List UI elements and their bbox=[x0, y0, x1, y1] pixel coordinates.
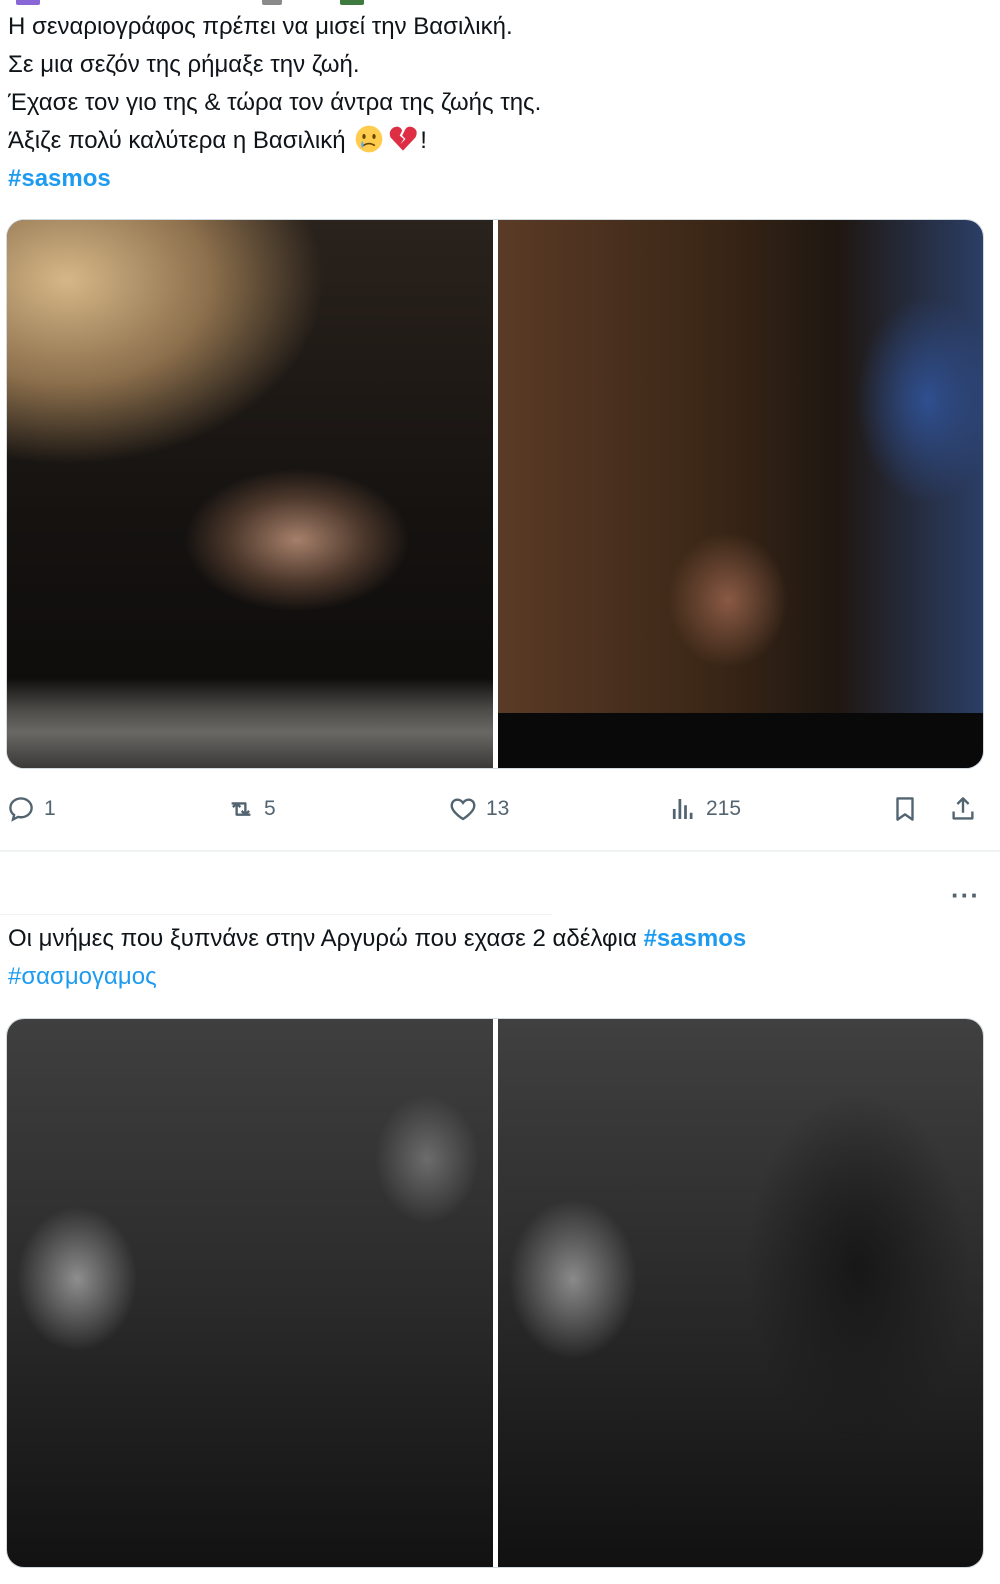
crying-face-emoji bbox=[355, 125, 383, 153]
like-button[interactable]: 13 bbox=[448, 794, 509, 824]
bookmark-icon bbox=[896, 797, 914, 821]
tweet-separator bbox=[0, 850, 1000, 852]
tweet-text-fragment: Άξιζε πολύ καλύτερα η Βασιλική bbox=[8, 127, 346, 154]
repost-icon bbox=[231, 802, 251, 816]
photo-women-flowers[interactable] bbox=[497, 220, 983, 768]
tweet-text-line: Έχασε τον γιο της & τώρα τον άντρα της ζ… bbox=[8, 89, 542, 116]
tweet-text: Η σεναριογράφος πρέπει να μισεί την Βασι… bbox=[8, 8, 541, 198]
tweet-text-line: Οι μνήμες που ξυπνάνε στην Αργυρώ που εχ… bbox=[8, 920, 746, 958]
photo-woman-man-2[interactable] bbox=[497, 1019, 983, 1567]
share-button[interactable] bbox=[948, 794, 978, 824]
redacted-author-header bbox=[0, 880, 552, 915]
tweet-text-line: Η σεναριογράφος πρέπει να μισεί την Βασι… bbox=[8, 13, 513, 40]
hashtag-link[interactable]: #sasmos bbox=[8, 165, 111, 192]
bookmark-button[interactable] bbox=[890, 794, 920, 824]
repost-button[interactable]: 5 bbox=[226, 794, 276, 824]
like-count: 13 bbox=[486, 797, 510, 820]
reply-count: 1 bbox=[44, 797, 56, 820]
tweet-text-fragment: Οι μνήμες που ξυπνάνε στην Αργυρώ που εχ… bbox=[8, 925, 637, 952]
tweet-media-grid bbox=[6, 1018, 984, 1568]
tweet-media-grid bbox=[6, 219, 984, 769]
tweet-2[interactable]: ··· Οι μνήμες που ξυπνάνε στην Αργυρώ πο… bbox=[0, 858, 1000, 1584]
tweet-text-line-emoji: Άξιζε πολύ καλύτερα η Βασιλική ! bbox=[8, 122, 541, 160]
tweet-actions: 1 5 13 215 bbox=[0, 790, 1000, 830]
photo-woman-man-1[interactable] bbox=[7, 1019, 493, 1567]
views-button[interactable]: 215 bbox=[668, 794, 741, 824]
hashtag-link[interactable]: #σασμογαμος bbox=[8, 963, 157, 990]
tweet-text-line: Σε μια σεζόν της ρήμαξε την ζωή. bbox=[8, 51, 360, 78]
view-count: 215 bbox=[706, 797, 742, 820]
tweet-1[interactable]: Η σεναριογράφος πρέπει να μισεί την Βασι… bbox=[0, 0, 1000, 858]
tweet-text-line: #sasmos bbox=[8, 160, 541, 198]
more-icon[interactable]: ··· bbox=[951, 882, 980, 908]
photo-woman-crying[interactable] bbox=[7, 220, 493, 768]
tweet-text-fragment: ! bbox=[420, 127, 427, 154]
repost-count: 5 bbox=[264, 797, 276, 820]
like-icon bbox=[450, 798, 476, 821]
tweet-text: Οι μνήμες που ξυπνάνε στην Αργυρώ που εχ… bbox=[8, 920, 746, 996]
reply-icon bbox=[9, 797, 33, 822]
views-icon bbox=[672, 799, 693, 819]
tweet-text-line: #σασμογαμος bbox=[8, 958, 746, 996]
share-icon bbox=[952, 797, 974, 820]
broken-heart-emoji bbox=[390, 126, 417, 151]
reply-button[interactable]: 1 bbox=[6, 794, 56, 824]
hashtag-link[interactable]: #sasmos bbox=[644, 925, 747, 952]
previous-tweet-edge bbox=[0, 0, 1000, 6]
